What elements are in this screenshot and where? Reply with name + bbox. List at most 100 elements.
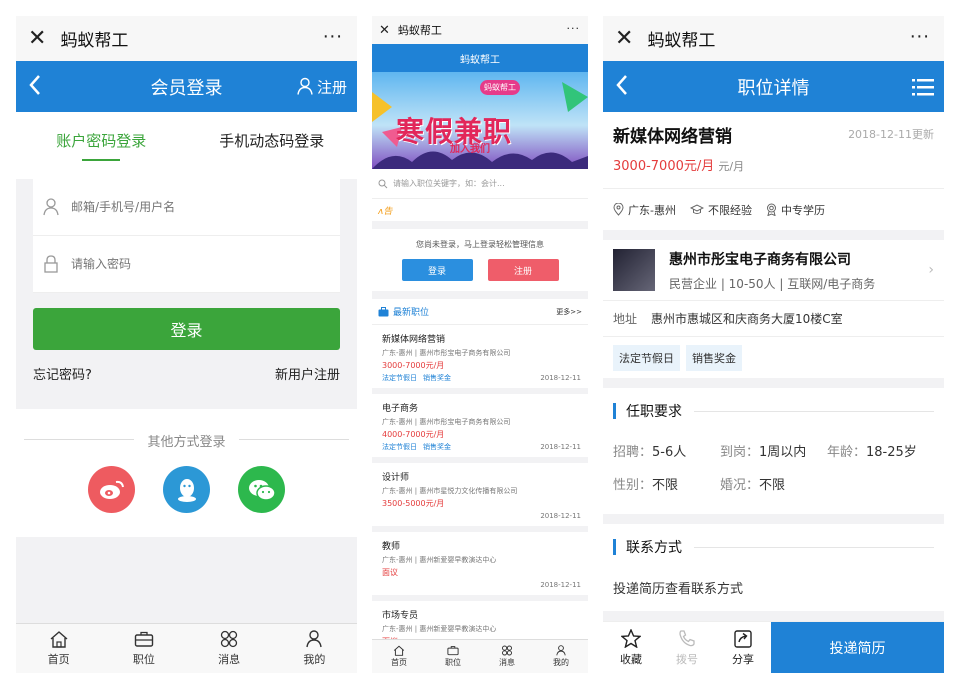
register-label: 注册 xyxy=(316,78,347,96)
close-icon[interactable]: ✕ xyxy=(615,27,633,50)
person-icon xyxy=(306,630,323,648)
tab-mine[interactable]: 我的 xyxy=(272,624,357,673)
latest-jobs-header: 最新职位 更多>> xyxy=(372,299,588,325)
company-card[interactable]: 惠州市彤宝电子商务有限公司 民营企业 | 10-50人 | 互联网/电子商务 › xyxy=(603,240,944,300)
job-list-item[interactable]: 设计师 广东-惠州 | 惠州市星悦力文化传播有限公司 3500-5000元/月 201… xyxy=(372,463,588,532)
job-date: 2018-12-11 xyxy=(540,581,581,589)
user-icon xyxy=(43,198,59,216)
req-gender-label: 性别： xyxy=(613,478,653,493)
location-chip: 广东-惠州 xyxy=(613,202,676,218)
salary-unit: 元/月 xyxy=(718,160,745,173)
salary: 3000-7000元/月 元/月 xyxy=(613,155,934,174)
requirements-section: 任职要求 招聘：5-6人 到岗：1周以内 年龄：18-25岁 性别：不限 婚况：… xyxy=(603,388,944,514)
job-list-item[interactable]: 电子商务 广东-惠州 | 惠州市彤宝电子商务有限公司 4000-7000元/月 法定节… xyxy=(372,394,588,463)
login-links: 忘记密码? 新用户注册 xyxy=(16,350,357,383)
grid-icon xyxy=(220,630,238,648)
close-icon[interactable]: ✕ xyxy=(379,24,390,37)
banner-logo: 蚂蚁帮工 xyxy=(480,80,520,95)
tab-sms-login[interactable]: 手机动态码登录 xyxy=(187,112,358,179)
job-tag: 法定节假日 xyxy=(382,374,417,382)
login-button[interactable]: 登录 xyxy=(401,259,473,281)
briefcase-icon xyxy=(378,306,389,316)
back-icon[interactable] xyxy=(615,74,629,100)
job-title: 教师 xyxy=(382,542,401,552)
salary-value: 3000-7000元/月 xyxy=(613,159,715,174)
latest-jobs-title: 最新职位 xyxy=(393,308,430,318)
more-icon[interactable]: ··· xyxy=(323,26,343,47)
tab-messages[interactable]: 消息 xyxy=(480,640,534,673)
job-date: 2018-12-11 xyxy=(540,512,581,520)
wechat-titlebar: ✕ 蚂蚁帮工 ··· xyxy=(603,16,944,61)
tab-mine[interactable]: 我的 xyxy=(534,640,588,673)
req-hire: 招聘：5-6人 xyxy=(613,441,720,460)
tab-jobs[interactable]: 职位 xyxy=(101,624,186,673)
contact-title: 联系方式 xyxy=(626,540,682,556)
job-list-item[interactable]: 新媒体网络营销 广东-惠州 | 惠州市彤宝电子商务有限公司 3000-7000元/月… xyxy=(372,325,588,394)
promo-banner[interactable]: 蚂蚁帮工 寒假兼职 加入我们 xyxy=(372,72,588,169)
tab-password-login[interactable]: 账户密码登录 xyxy=(16,112,187,179)
divider xyxy=(694,546,934,548)
req-hire-label: 招聘： xyxy=(613,445,653,460)
forgot-password-link[interactable]: 忘记密码? xyxy=(33,364,92,383)
menu-icon[interactable] xyxy=(912,78,934,96)
benefits-row: 法定节假日 销售奖金 xyxy=(603,336,944,378)
search-bar[interactable]: 请输入职位关键字，如：会计... xyxy=(372,169,588,199)
star-icon xyxy=(621,628,641,648)
tab-mine-label: 我的 xyxy=(303,653,326,666)
home-screen: ✕ 蚂蚁帮工 ··· 蚂蚁帮工 蚂蚁帮工 寒假兼职 加入我们 请输入职位关键字，… xyxy=(372,16,588,673)
new-user-register-link[interactable]: 新用户注册 xyxy=(275,364,340,383)
weibo-icon[interactable] xyxy=(88,466,135,513)
register-button[interactable]: 注册 xyxy=(487,259,559,281)
person-icon xyxy=(556,645,566,656)
company-name: 惠州市彤宝电子商务有限公司 xyxy=(669,251,851,268)
login-screen: ✕ 蚂蚁帮工 ··· 会员登录 注册 账户密码登录 手机动态码登录 邮箱/手机号… xyxy=(16,16,357,673)
favorite-label: 收藏 xyxy=(620,652,642,666)
tab-home[interactable]: 首页 xyxy=(16,624,101,673)
notice-text: 您尚未登录，马上登录轻松管理信息 xyxy=(416,240,544,249)
wechat-icon[interactable] xyxy=(238,466,285,513)
username-input[interactable] xyxy=(71,200,271,214)
job-date: 2018-12-11 xyxy=(540,443,581,451)
home-icon xyxy=(393,645,405,656)
job-title: 电子商务 xyxy=(382,404,419,414)
briefcase-icon xyxy=(447,646,459,656)
req-age-label: 年龄： xyxy=(827,445,867,460)
qq-icon[interactable] xyxy=(163,466,210,513)
username-row xyxy=(33,179,340,236)
wechat-title: 蚂蚁帮工 xyxy=(647,31,716,51)
experience-chip: 不限经验 xyxy=(689,202,752,218)
req-age: 年龄：18-25岁 xyxy=(827,441,917,460)
page-title: 会员登录 xyxy=(150,77,223,99)
tab-home[interactable]: 首页 xyxy=(372,640,426,673)
back-icon[interactable] xyxy=(28,74,42,100)
login-button[interactable]: 登录 xyxy=(33,308,340,350)
close-icon[interactable]: ✕ xyxy=(28,27,46,50)
apply-button[interactable]: 投递简历 xyxy=(771,622,944,673)
share-icon xyxy=(734,629,752,648)
other-login-section: 其他方式登录 xyxy=(16,409,357,537)
job-attributes: 广东-惠州 不限经验 中专学历 xyxy=(603,188,944,230)
call-button[interactable]: 拨号 xyxy=(659,622,715,673)
bottom-tabbar: 首页 职位 消息 我的 xyxy=(372,639,588,673)
job-salary: 面议 xyxy=(382,568,398,577)
job-list-item[interactable]: 教师 广东-惠州 | 惠州新爱婴早教演达中心 面议 2018-12-11 xyxy=(372,532,588,601)
job-salary: 4000-7000元/月 xyxy=(382,430,445,439)
tab-home-label: 首页 xyxy=(391,658,407,667)
ad-strip[interactable]: ʌ告 xyxy=(372,199,588,221)
login-notice: 您尚未登录，马上登录轻松管理信息 登录 注册 xyxy=(372,229,588,291)
tab-messages[interactable]: 消息 xyxy=(187,624,272,673)
share-button[interactable]: 分享 xyxy=(715,622,771,673)
register-link[interactable]: 注册 xyxy=(297,76,347,97)
page-title: 蚂蚁帮工 xyxy=(372,44,588,72)
password-input[interactable] xyxy=(71,257,271,271)
more-link[interactable]: 更多>> xyxy=(556,307,582,317)
favorite-button[interactable]: 收藏 xyxy=(603,622,659,673)
contact-text: 投递简历查看联系方式 xyxy=(613,582,744,597)
req-hire-value: 5-6人 xyxy=(652,445,687,460)
medal-icon xyxy=(766,203,776,216)
ad-label: ʌ告 xyxy=(378,206,393,217)
tab-jobs[interactable]: 职位 xyxy=(426,640,480,673)
more-icon[interactable]: ··· xyxy=(567,22,581,35)
education-text: 中专学历 xyxy=(780,203,825,217)
more-icon[interactable]: ··· xyxy=(910,26,930,47)
